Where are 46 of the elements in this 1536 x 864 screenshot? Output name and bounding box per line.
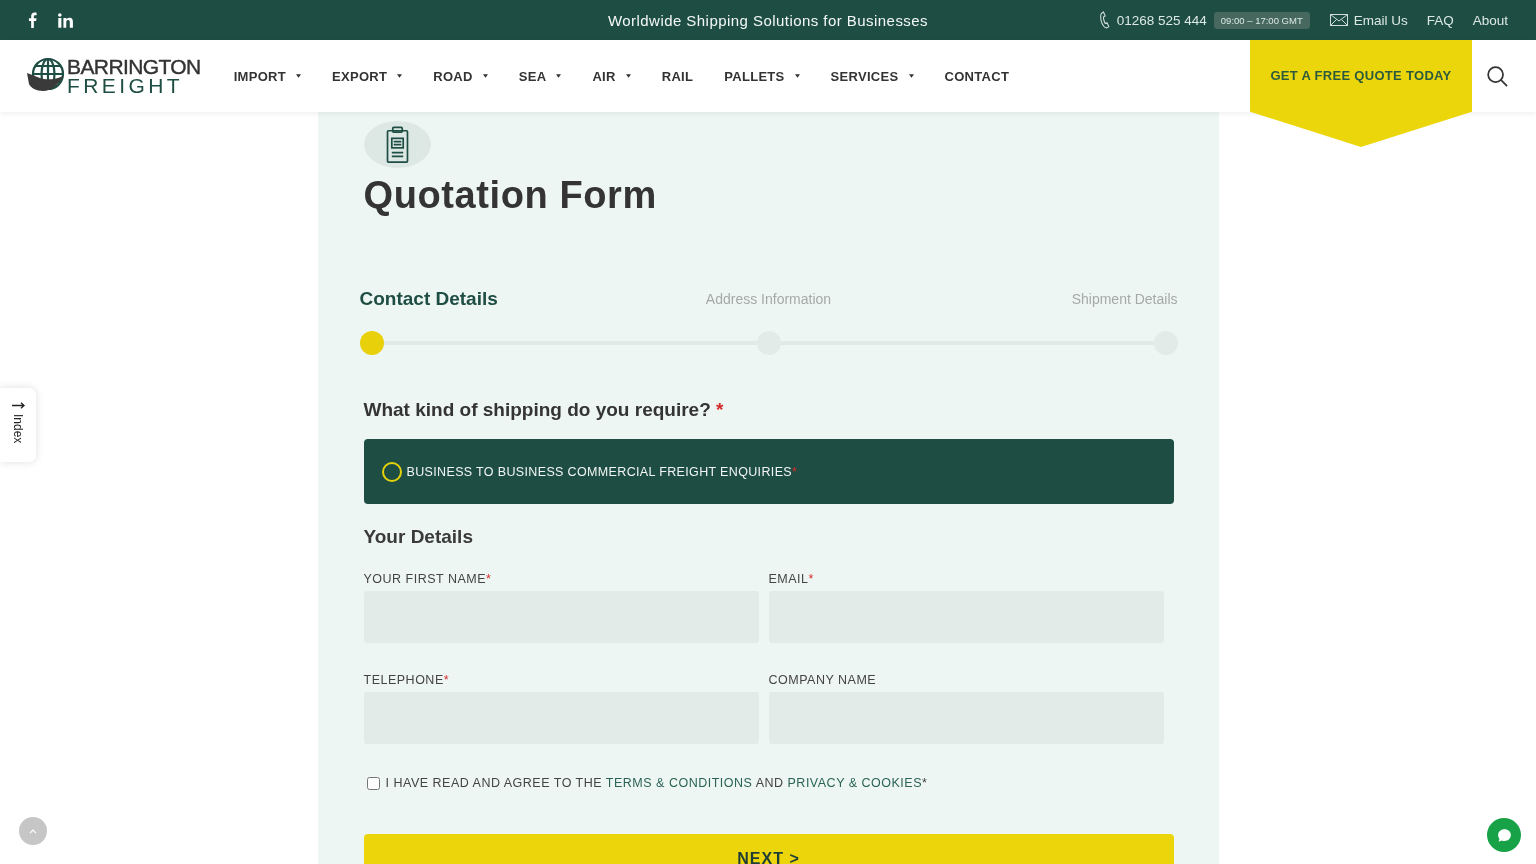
radio-option[interactable]: BUSINESS TO BUSINESS COMMERCIAL FREIGHT ENQUIRIES* bbox=[363, 439, 1174, 504]
index-tab[interactable]: Index bbox=[0, 388, 36, 462]
brand-subtitle[interactable]: FREIGHT bbox=[67, 75, 201, 96]
nav-link[interactable]: ROAD bbox=[433, 68, 488, 84]
quote-button[interactable]: GET A FREE QUOTE TODAY bbox=[1250, 40, 1472, 147]
nav-link[interactable]: RAIL bbox=[661, 68, 694, 84]
phone-number[interactable]: 01268 525 444 bbox=[1116, 12, 1207, 28]
phone-icon bbox=[1099, 11, 1110, 29]
tagline: Worldwide Shipping Solutions for Businesses bbox=[607, 11, 929, 29]
next-button[interactable]: NEXT > bbox=[363, 834, 1174, 864]
step-label: Address Information bbox=[705, 291, 832, 307]
top-link[interactable]: FAQ bbox=[1426, 12, 1454, 28]
chat-button[interactable] bbox=[1487, 818, 1521, 852]
nav-link[interactable]: EXPORT bbox=[332, 68, 403, 84]
email-link[interactable]: Email Us bbox=[1329, 12, 1408, 28]
text-link[interactable]: TERMS & CONDITIONS bbox=[605, 776, 753, 790]
nav-link[interactable]: PALLETS bbox=[724, 68, 800, 84]
text-link[interactable]: PRIVACY & COOKIES bbox=[787, 776, 922, 790]
brand-name[interactable]: BARRINGTON bbox=[67, 56, 201, 77]
field-label: COMPANY NAME bbox=[768, 672, 877, 688]
nav-link[interactable]: AIR bbox=[592, 68, 631, 84]
field-label: TELEPHONE* bbox=[363, 672, 450, 688]
consent-text: I HAVE READ AND AGREE TO THE TERMS & CONDITIONS AND PRIVACY & COOKIES* bbox=[385, 775, 928, 791]
form-title: Quotation Form bbox=[363, 173, 657, 218]
chevron-up-icon bbox=[29, 828, 37, 834]
question-label: What kind of shipping do you require? * bbox=[363, 398, 724, 422]
nav-link[interactable]: SEA bbox=[518, 68, 562, 84]
speech-bubble-icon bbox=[1496, 827, 1512, 843]
consent-checkbox[interactable] bbox=[366, 776, 380, 790]
step-label: Contact Details bbox=[359, 288, 498, 310]
nav-link[interactable]: IMPORT bbox=[233, 68, 301, 84]
arrow-right-icon bbox=[11, 402, 25, 409]
hours-badge: 09:00 – 17:00 GMT bbox=[1213, 11, 1310, 29]
linkedin-icon[interactable] bbox=[58, 12, 73, 28]
nav-link[interactable]: SERVICES bbox=[830, 68, 914, 84]
top-link[interactable]: About bbox=[1472, 12, 1508, 28]
section-heading: Your Details bbox=[363, 525, 473, 549]
radio-button[interactable] bbox=[381, 461, 402, 482]
facebook-icon[interactable] bbox=[28, 12, 37, 28]
step-label: Shipment Details bbox=[1071, 291, 1178, 307]
field-label: EMAIL* bbox=[768, 571, 814, 587]
field-label: YOUR FIRST NAME* bbox=[363, 571, 492, 587]
scroll-top-button[interactable] bbox=[19, 817, 47, 845]
envelope-icon bbox=[1329, 14, 1348, 26]
nav-link[interactable]: CONTACT bbox=[944, 68, 1010, 84]
search-icon[interactable] bbox=[1487, 65, 1508, 87]
